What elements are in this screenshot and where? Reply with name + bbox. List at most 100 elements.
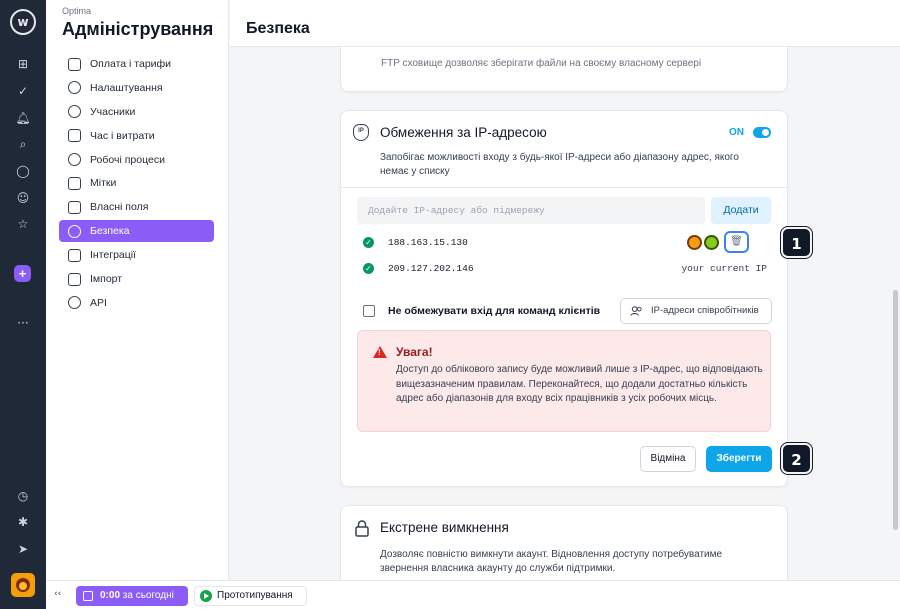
emergency-card-description: Дозволяє повністю вимкнути акаунт. Відно… (380, 549, 723, 574)
sidebar-item-label: Робочі процеси (90, 153, 165, 166)
sidebar-item-api[interactable]: API (59, 292, 214, 314)
sidebar-item-label: Інтеграції (90, 249, 137, 262)
ip-address-input[interactable] (357, 197, 705, 224)
chat-icon[interactable]: ◯ (11, 160, 35, 182)
field-icon (68, 200, 81, 214)
more-icon[interactable]: ··· (11, 312, 35, 334)
employee-ips-button[interactable]: IP-адреси співробітників (620, 298, 772, 324)
sidebar-item-label: Власні поля (90, 201, 149, 214)
current-ip-note: your current IP (681, 263, 767, 274)
sidebar-item-label: Мітки (90, 177, 117, 190)
admin-sidebar: Optima Адміністрування Оплата і тарифи Н… (46, 0, 229, 580)
tag-icon (68, 176, 81, 190)
sidebar-item-label: API (90, 296, 107, 309)
sidebar-item-label: Учасники (90, 105, 136, 118)
client-teams-checkbox[interactable] (363, 305, 375, 317)
ip-list-item: ✓ 209.127.202.146 your current IP (363, 261, 773, 277)
sidebar-item-security[interactable]: Безпека (59, 220, 214, 243)
alert-text: Доступ до облікового запису буде можливи… (396, 364, 763, 404)
sidebar-item-import[interactable]: Імпорт (59, 268, 214, 290)
ip-shield-icon: IP (353, 124, 369, 141)
ip-restriction-card: IP Обмеження за IP-адресою ON Запобігає … (340, 110, 788, 487)
ftp-description: FTP сховище дозволяє зберігати файли на … (381, 58, 702, 69)
ip-address: 188.163.15.130 (388, 237, 468, 248)
timer-suffix: за сьогодні (120, 590, 174, 601)
check-circle-icon: ✓ (363, 263, 374, 274)
add-ip-button[interactable]: Додати (711, 197, 771, 224)
clock-icon[interactable]: ◷ (11, 485, 35, 507)
admin-nav: Оплата і тарифи Налаштування Учасники Ча… (59, 53, 214, 316)
user-avatar (687, 235, 702, 250)
sidebar-item-integrations[interactable]: Інтеграції (59, 244, 214, 266)
sidebar-item-label: Безпека (90, 225, 130, 238)
ftp-card: FTP сховище дозволяє зберігати файли на … (340, 47, 788, 92)
emergency-shutdown-card: Екстрене вимкнення Дозволяє повністю вим… (340, 505, 788, 580)
sidebar-item-settings[interactable]: Налаштування (59, 77, 214, 99)
users-icon (630, 306, 642, 316)
play-icon (200, 590, 212, 602)
sidebar-item-workflows[interactable]: Робочі процеси (59, 149, 214, 171)
save-button[interactable]: Зберегти (706, 446, 772, 472)
org-name: Optima (62, 6, 92, 16)
delete-ip-button[interactable]: 🗑︎ (724, 231, 749, 253)
people-icon[interactable]: ☺ (11, 187, 35, 209)
users-icon (68, 105, 81, 119)
clock-icon (68, 129, 81, 143)
bottom-bar: ‹‹ 0:00 за сьогодні Прототипування (46, 580, 900, 609)
api-gear-icon (68, 296, 81, 310)
timer-icon (83, 591, 93, 601)
create-plus-icon[interactable]: + (14, 265, 31, 282)
dashboard-icon[interactable]: ⊞ (11, 53, 35, 75)
user-avatar (704, 235, 719, 250)
page-title: Безпека (246, 20, 310, 37)
send-icon[interactable]: ➤ (11, 538, 35, 560)
dollar-icon (68, 57, 81, 71)
sidebar-item-label: Імпорт (90, 273, 123, 286)
app-logo-icon[interactable]: w (10, 9, 36, 35)
sidebar-item-label: Час і витрати (90, 129, 155, 142)
divider (341, 187, 787, 188)
workflow-icon (68, 153, 81, 167)
sidebar-item-custom-fields[interactable]: Власні поля (59, 196, 214, 218)
check-circle-icon: ✓ (363, 237, 374, 248)
ip-list-item: ✓ 188.163.15.130 🗑︎ (363, 231, 773, 253)
collapse-chevron-icon[interactable]: ‹‹ (54, 589, 61, 599)
app-rail: w ⊞ ✓ 🔔︎ ⌕ ◯ ☺ ☆ + ··· ◷ ✱ ➤ (0, 0, 46, 609)
alert-title: Увага! (396, 345, 433, 359)
sidebar-item-time[interactable]: Час і витрати (59, 125, 214, 147)
tasks-check-icon[interactable]: ✓ (11, 80, 35, 102)
sidebar-title: Адміністрування (62, 19, 214, 39)
import-icon (68, 272, 81, 286)
main-content: FTP сховище дозволяє зберігати файли на … (230, 47, 900, 580)
scrollbar[interactable] (893, 290, 898, 530)
sidebar-item-billing[interactable]: Оплата і тарифи (59, 53, 214, 75)
project-name: Прототипування (217, 590, 293, 601)
sidebar-item-label: Оплата і тарифи (90, 58, 172, 70)
sidebar-item-label: Налаштування (90, 81, 163, 94)
page-header: Безпека (230, 0, 900, 47)
sidebar-item-tags[interactable]: Мітки (59, 172, 214, 194)
user-avatar[interactable] (11, 573, 35, 597)
ip-card-description: Запобігає можливості входу з будь-якої I… (380, 152, 739, 177)
warning-alert: Увага! Доступ до облікового запису буде … (357, 330, 771, 432)
shield-icon (68, 224, 81, 238)
client-teams-label[interactable]: Не обмежувати вхід для команд клієнтів (388, 305, 600, 317)
time-tracker[interactable]: 0:00 за сьогодні (76, 586, 188, 606)
annotation-marker-1: 1 (781, 227, 812, 258)
ip-restriction-toggle[interactable] (753, 127, 771, 138)
current-project[interactable]: Прототипування (194, 586, 307, 606)
sidebar-item-members[interactable]: Учасники (59, 101, 214, 123)
annotation-marker-2: 2 (781, 443, 812, 474)
gear-icon (68, 81, 81, 95)
search-icon[interactable]: ⌕ (11, 133, 35, 155)
employee-ips-label: IP-адреси співробітників (651, 305, 759, 316)
ip-card-title: Обмеження за IP-адресою (380, 125, 547, 140)
cancel-button[interactable]: Відміна (640, 446, 696, 472)
emergency-card-title: Екстрене вимкнення (380, 520, 509, 535)
puzzle-icon (68, 248, 81, 262)
ip-address: 209.127.202.146 (388, 263, 474, 274)
star-icon[interactable]: ☆ (11, 213, 35, 235)
bug-icon[interactable]: ✱ (11, 511, 35, 533)
bell-icon[interactable]: 🔔︎ (11, 107, 35, 129)
toggle-state-label: ON (729, 127, 744, 138)
